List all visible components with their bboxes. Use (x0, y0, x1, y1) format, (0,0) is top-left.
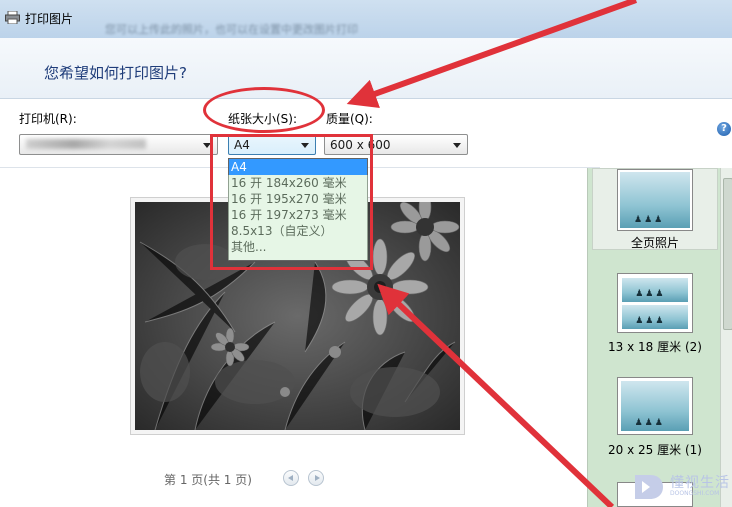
dropdown-option[interactable]: 其他... (229, 239, 367, 255)
page-title: 您希望如何打印图片? (44, 64, 187, 82)
watermark: 懂视生活 DOONGSHI.COM (630, 470, 730, 504)
previous-page-button[interactable] (283, 470, 299, 486)
layout-thumb-image: ♟♟♟ (622, 305, 688, 329)
dropdown-option[interactable]: 16 开 195x270 毫米 (229, 191, 367, 207)
layout-thumb-13x18: ♟♟♟ ♟♟♟ (617, 273, 693, 333)
quality-value: 600 x 600 (330, 138, 391, 152)
layout-thumb-full-page: ♟♟♟ (617, 169, 693, 231)
printer-name-blurred (26, 139, 146, 149)
paper-size-label: 纸张大小(S): (228, 112, 298, 126)
layout-scrollbar[interactable] (720, 168, 732, 507)
printer-select[interactable] (19, 134, 218, 155)
dialog-header: 您希望如何打印图片? (0, 38, 732, 99)
dropdown-option[interactable]: 16 开 197x273 毫米 (229, 207, 367, 223)
paper-size-select[interactable]: A4 (228, 134, 316, 155)
layout-label-20x25: 20 x 25 厘米 (1) (608, 443, 702, 457)
next-page-button[interactable] (308, 470, 324, 486)
dropdown-option[interactable]: A4 (229, 159, 367, 175)
layout-thumb-20x25: ♟♟♟ (617, 377, 693, 435)
dropdown-option[interactable]: 8.5x13（自定义） (229, 223, 367, 239)
watermark-subtext: DOONGSHI.COM (670, 490, 720, 497)
window-subtitle-blurred: 您可以上传此的照片，也可以在设置中更改图片打印 (105, 23, 358, 36)
layout-thumb-image: ♟♟♟ (621, 381, 689, 431)
quality-select[interactable]: 600 x 600 (324, 134, 468, 155)
title-bar: 打印图片 您可以上传此的照片，也可以在设置中更改图片打印 (0, 0, 732, 39)
dropdown-option[interactable]: 16 开 184x260 毫米 (229, 175, 367, 191)
scrollbar-thumb[interactable] (723, 178, 732, 330)
layout-thumb-image: ♟♟♟ (620, 172, 690, 228)
quality-label: 质量(Q): (326, 112, 373, 126)
help-icon[interactable]: ? (717, 122, 731, 136)
window-title: 打印图片 (25, 12, 74, 26)
printer-icon (5, 11, 20, 24)
chevron-down-icon (453, 143, 461, 148)
watermark-logo-icon (635, 475, 663, 499)
layout-label-full-page: 全页照片 (630, 236, 679, 250)
layout-label-13x18: 13 x 18 厘米 (2) (608, 340, 702, 354)
layout-thumb-image: ♟♟♟ (622, 278, 688, 302)
watermark-text: 懂视生活 (670, 475, 730, 491)
printer-label: 打印机(R): (19, 112, 77, 126)
chevron-down-icon (203, 143, 211, 148)
paper-size-dropdown[interactable]: A4 16 开 184x260 毫米 16 开 195x270 毫米 16 开 … (228, 158, 368, 261)
chevron-down-icon (301, 143, 309, 148)
paper-size-value: A4 (234, 138, 250, 152)
page-indicator: 第 1 页(共 1 页) (164, 473, 252, 487)
